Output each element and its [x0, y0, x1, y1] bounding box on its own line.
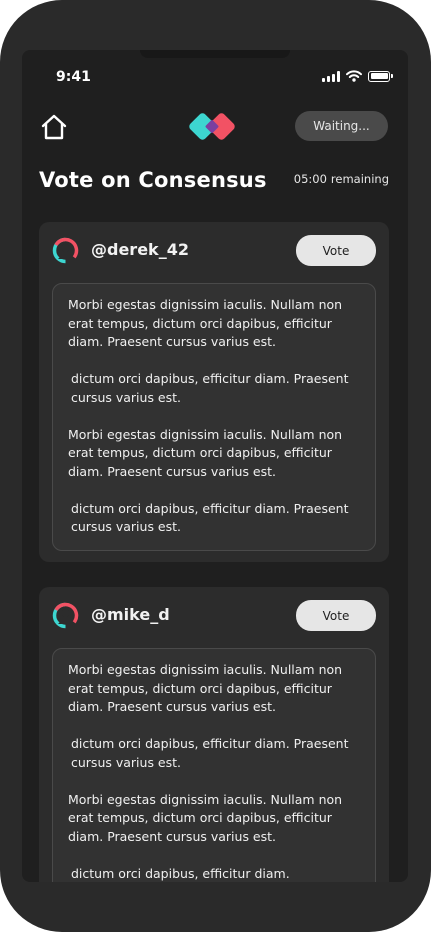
- timer-suffix: remaining: [330, 172, 389, 186]
- wifi-icon: [346, 70, 362, 82]
- avatar-icon: [52, 602, 79, 629]
- paragraph: dictum orci dapibus, efficitur diam.: [71, 865, 290, 881]
- time-remaining: 05:00 remaining: [294, 172, 389, 186]
- avatar-icon: [52, 237, 79, 264]
- submission-card: @derek_42 Vote Morbi egestas dignissim i…: [39, 222, 389, 562]
- battery-icon: [368, 70, 393, 82]
- timer-value: 05:00: [293, 172, 327, 186]
- device-notch: [140, 50, 290, 58]
- page-title: Vote on Consensus: [39, 168, 267, 192]
- username[interactable]: @mike_d: [91, 605, 170, 624]
- paragraph: dictum orci dapibus, efficitur diam. Pra…: [71, 371, 349, 405]
- paragraph: Morbi egestas dignissim iaculis. Nullam …: [68, 791, 343, 844]
- home-icon[interactable]: [39, 112, 69, 142]
- cellular-signal-icon: [322, 70, 340, 82]
- submission-card: @mike_d Vote Morbi egestas dignissim iac…: [39, 587, 389, 882]
- paragraph: dictum orci dapibus, efficitur diam. Pra…: [71, 736, 349, 770]
- paragraph: dictum orci dapibus, efficitur diam. Pra…: [71, 500, 349, 535]
- card-header: @mike_d Vote: [39, 587, 389, 645]
- app-logo-icon: [189, 113, 235, 140]
- vote-button[interactable]: Vote: [296, 600, 376, 631]
- card-header: @derek_42 Vote: [39, 222, 389, 280]
- status-icons: [322, 69, 393, 83]
- submission-text[interactable]: Morbi egestas dignissim iaculis. Nullam …: [52, 648, 376, 882]
- paragraph: Morbi egestas dignissim iaculis. Nullam …: [68, 662, 343, 714]
- app-screen: 9:41 Waiting... Vote on Consensus 05:00: [22, 50, 408, 882]
- username[interactable]: @derek_42: [91, 240, 189, 259]
- status-time: 9:41: [56, 69, 91, 85]
- submission-text[interactable]: Morbi egestas dignissim iaculis. Nullam …: [52, 283, 376, 551]
- waiting-status-pill[interactable]: Waiting...: [295, 111, 388, 141]
- paragraph: Morbi egestas dignissim iaculis. Nullam …: [68, 297, 343, 349]
- vote-button[interactable]: Vote: [296, 235, 376, 266]
- paragraph: Morbi egestas dignissim iaculis. Nullam …: [68, 426, 343, 479]
- phone-frame: 9:41 Waiting... Vote on Consensus 05:00: [0, 0, 431, 932]
